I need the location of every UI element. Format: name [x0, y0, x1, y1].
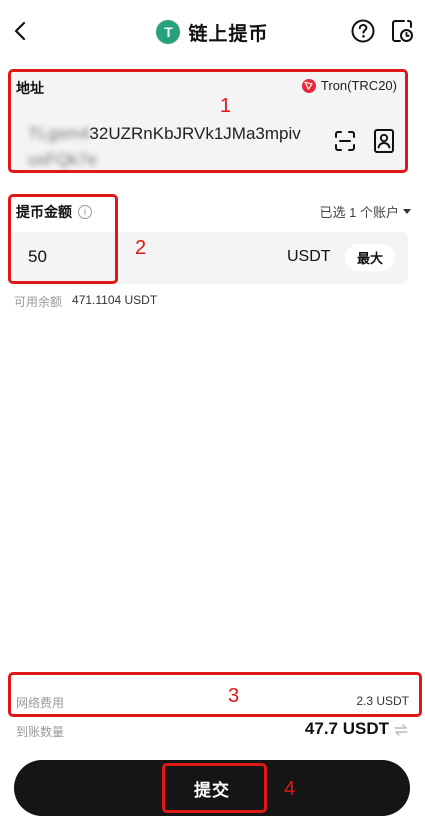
usdt-logo-icon: T	[156, 20, 181, 44]
address-blurred-prefix: TLgsm4	[28, 124, 90, 143]
address-blurred-suffix: uxFQk7e	[28, 150, 97, 169]
scan-button[interactable]	[333, 129, 357, 153]
info-icon[interactable]: i	[78, 205, 92, 219]
account-selector[interactable]: 已选 1 个账户	[320, 202, 411, 221]
submit-button-label: 提交	[194, 780, 230, 800]
tron-icon	[301, 78, 316, 93]
available-balance-label: 可用余额	[14, 295, 63, 309]
page-title: 链上提币	[188, 23, 269, 45]
annotation-number-3: 3	[228, 685, 240, 707]
receive-amount-value: 47.7 USDT	[304, 719, 389, 738]
history-icon	[392, 20, 413, 42]
network-selector[interactable]: Tron(TRC20)	[301, 78, 397, 93]
history-button[interactable]	[389, 18, 415, 44]
network-fee-label: 网络费用	[16, 696, 65, 710]
annotation-number-1: 1	[220, 95, 232, 117]
amount-unit: USDT	[287, 248, 331, 265]
network-fee-value: 2.3 USDT	[356, 694, 409, 708]
amount-label-group: 提币金额 i	[16, 202, 92, 222]
caret-down-icon	[403, 208, 411, 214]
max-button[interactable]: 最大	[345, 244, 395, 271]
help-button[interactable]	[350, 18, 376, 44]
address-visible-text: 32UZRnKbJRVk1JMa3mpiv	[89, 124, 301, 143]
address-book-icon	[374, 129, 394, 153]
help-icon	[351, 19, 375, 43]
amount-input[interactable]: 50	[28, 247, 47, 267]
amount-label: 提币金额	[16, 204, 72, 220]
annotation-number-2: 2	[135, 237, 147, 259]
address-book-button[interactable]	[372, 128, 396, 154]
available-balance-value: 471.1104 USDT	[72, 293, 158, 307]
account-selector-label: 已选 1 个账户	[319, 205, 399, 220]
swap-icon[interactable]	[393, 722, 409, 738]
receive-amount-label: 到账数量	[16, 725, 65, 739]
available-balance: 可用余额 471.1104 USDT	[14, 293, 157, 310]
address-input[interactable]: TLgsm432UZRnKbJRVk1JMa3mpiv uxFQk7e	[28, 121, 328, 173]
network-label: Tron(TRC20)	[320, 78, 397, 93]
submit-button[interactable]: 提交	[14, 760, 410, 816]
scan-icon	[335, 131, 355, 151]
annotation-number-4: 4	[284, 778, 296, 800]
address-label: 地址	[16, 80, 44, 96]
